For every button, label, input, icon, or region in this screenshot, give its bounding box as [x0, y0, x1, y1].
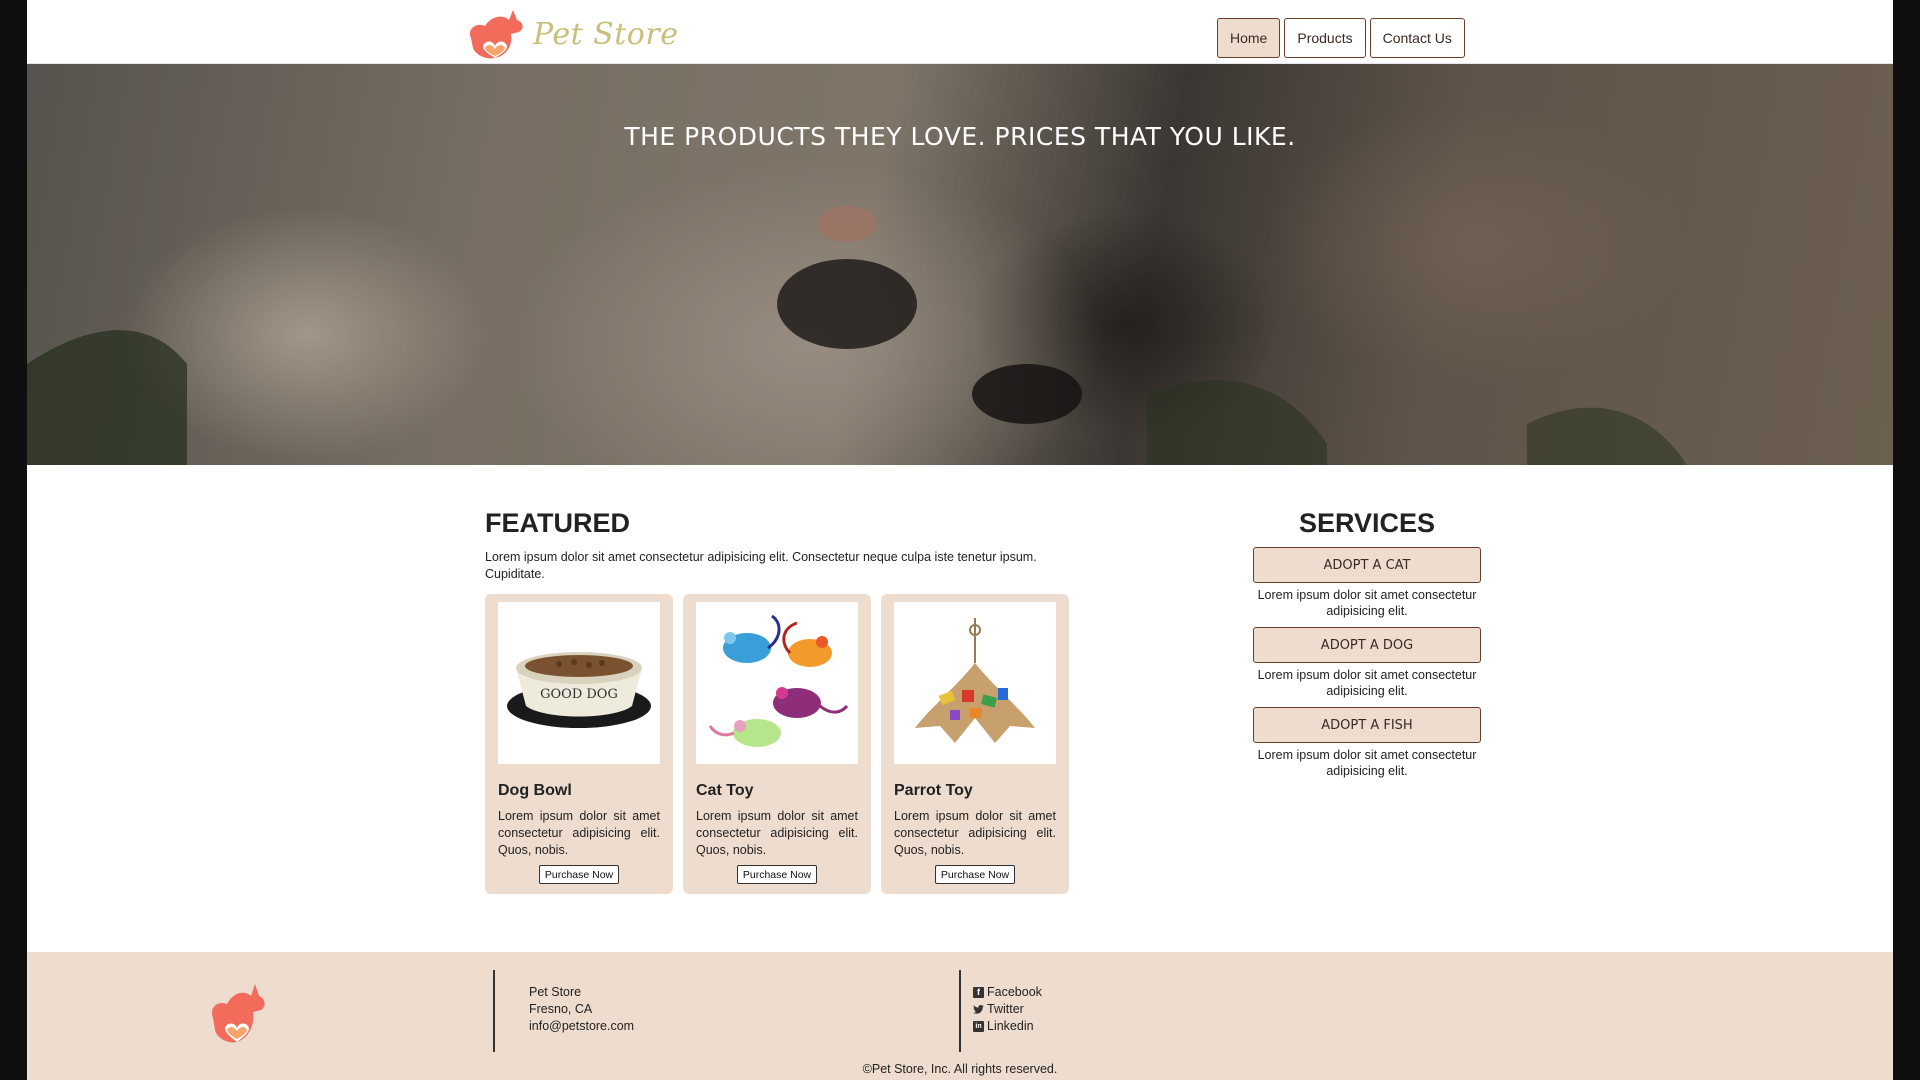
social-label: Twitter [987, 1002, 1024, 1016]
product-image [696, 602, 858, 764]
featured-description: Lorem ipsum dolor sit amet consectetur a… [485, 550, 1037, 581]
product-image: GOOD DOG [498, 602, 660, 764]
service-item: ADOPT A CAT Lorem ipsum dolor sit amet c… [1253, 547, 1481, 619]
logo-text: Pet Store [533, 16, 679, 52]
service-description: Lorem ipsum dolor sit amet consectetur a… [1257, 748, 1477, 778]
adopt-fish-button[interactable]: ADOPT A FISH [1253, 707, 1481, 743]
hero-title: THE PRODUCTS THEY LOVE. PRICES THAT YOU … [624, 122, 1296, 151]
social-label: Linkedin [987, 1019, 1034, 1033]
services-section: SERVICES ADOPT A CAT Lorem ipsum dolor s… [1253, 508, 1481, 779]
footer-contact-info: Pet Store Fresno, CA info@petstore.com [529, 984, 634, 1035]
adopt-dog-button[interactable]: ADOPT A DOG [1253, 627, 1481, 663]
service-description: Lorem ipsum dolor sit amet consectetur a… [1257, 668, 1477, 698]
twitter-link[interactable]: Twitter [973, 1001, 1042, 1018]
product-title: Parrot Toy [894, 782, 973, 799]
product-description: Lorem ipsum dolor sit amet consectetur a… [498, 809, 660, 857]
footer-logo [205, 980, 269, 1051]
product-cards: GOOD DOG Dog Bowl Lorem ipsum dolor sit … [485, 594, 1069, 894]
linkedin-icon: in [973, 1021, 984, 1032]
pet-logo-icon [469, 10, 523, 59]
product-title: Cat Toy [696, 782, 754, 799]
product-image [894, 602, 1056, 764]
product-description: Lorem ipsum dolor sit amet consectetur a… [696, 809, 858, 857]
twitter-icon [973, 1004, 984, 1015]
nav-home-button[interactable]: Home [1217, 18, 1281, 58]
linkedin-link[interactable]: in Linkedin [973, 1018, 1042, 1035]
pet-logo-icon [211, 984, 265, 1043]
nav-contact-button[interactable]: Contact Us [1369, 18, 1465, 58]
social-label: Facebook [987, 985, 1042, 999]
facebook-icon: f [973, 987, 984, 998]
product-card: Cat Toy Lorem ipsum dolor sit amet conse… [683, 594, 871, 894]
footer-divider [959, 970, 961, 1052]
service-item: ADOPT A FISH Lorem ipsum dolor sit amet … [1253, 707, 1481, 779]
product-card: Parrot Toy Lorem ipsum dolor sit amet co… [881, 594, 1069, 894]
site-logo[interactable]: Pet Store [463, 8, 678, 60]
footer-store-name: Pet Store [529, 985, 582, 999]
product-description: Lorem ipsum dolor sit amet consectetur a… [894, 809, 1056, 857]
page: Pet Store Home Products Contact Us THE P… [27, 0, 1893, 1080]
purchase-now-button[interactable]: Purchase Now [539, 865, 619, 884]
main-nav: Home Products Contact Us [1217, 18, 1465, 58]
footer-divider [493, 970, 495, 1052]
service-item: ADOPT A DOG Lorem ipsum dolor sit amet c… [1253, 627, 1481, 699]
product-title: Dog Bowl [498, 782, 572, 799]
product-card: GOOD DOG Dog Bowl Lorem ipsum dolor sit … [485, 594, 673, 894]
featured-section: FEATURED Lorem ipsum dolor sit amet cons… [485, 508, 1069, 894]
footer-city: Fresno, CA [529, 1002, 593, 1016]
facebook-link[interactable]: f Facebook [973, 984, 1042, 1001]
hero-banner: THE PRODUCTS THEY LOVE. PRICES THAT YOU … [27, 64, 1893, 465]
featured-title: FEATURED [485, 508, 630, 538]
parrot-toy-icon [915, 618, 1035, 743]
site-footer: Pet Store Fresno, CA info@petstore.com f… [27, 952, 1893, 1080]
site-header: Pet Store Home Products Contact Us [27, 0, 1893, 64]
footer-social-links: f Facebook Twitter in Linkedin [973, 984, 1042, 1035]
purchase-now-button[interactable]: Purchase Now [935, 865, 1015, 884]
toy-mice-icon [708, 614, 849, 747]
svg-text:GOOD DOG: GOOD DOG [540, 687, 618, 702]
adopt-cat-button[interactable]: ADOPT A CAT [1253, 547, 1481, 583]
purchase-now-button[interactable]: Purchase Now [737, 865, 817, 884]
dog-bowl-icon: GOOD DOG [507, 652, 651, 728]
services-title: SERVICES [1298, 508, 1436, 538]
copyright-text: ©Pet Store, Inc. All rights reserved. [862, 1062, 1058, 1076]
nav-products-button[interactable]: Products [1284, 18, 1366, 58]
service-description: Lorem ipsum dolor sit amet consectetur a… [1257, 588, 1477, 618]
footer-email[interactable]: info@petstore.com [529, 1018, 634, 1035]
